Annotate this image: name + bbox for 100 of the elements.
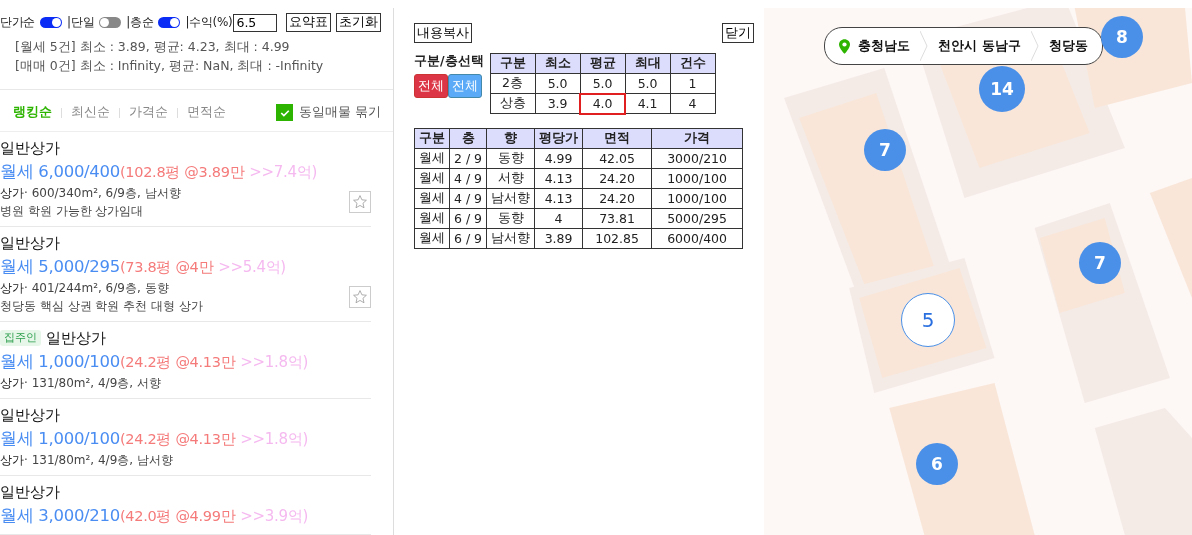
listing-price: 월세 3,000/210 bbox=[0, 506, 120, 525]
breadcrumb-item[interactable]: 청당동 bbox=[1048, 37, 1088, 55]
listing-type: 상가 bbox=[0, 453, 24, 467]
table-cell: 6 / 9 bbox=[449, 228, 487, 249]
owner-badge: 집주인 bbox=[0, 330, 41, 346]
yield-label: |수익(%) bbox=[185, 14, 233, 31]
breadcrumb-item[interactable]: 천안시 동남구 bbox=[938, 37, 1021, 55]
listing-price: 월세 5,000/295 bbox=[0, 257, 120, 276]
toggle-label: |층순 bbox=[126, 14, 154, 31]
toggle-label: |단일 bbox=[67, 14, 95, 31]
price-detail: (24.2평 @4.13만 bbox=[119, 431, 236, 447]
price-estimate: >>3.9억) bbox=[240, 507, 309, 525]
table-cell: 4 / 9 bbox=[449, 168, 487, 189]
column-header: 최소 bbox=[535, 53, 581, 74]
listing-type: 상가 bbox=[0, 376, 24, 390]
table-cell: 남서향 bbox=[486, 228, 535, 249]
listing-type: 상가 bbox=[0, 186, 24, 200]
table-cell: 남서향 bbox=[486, 188, 535, 209]
star-icon bbox=[352, 194, 368, 210]
price-estimate: >>1.8억) bbox=[240, 353, 309, 371]
table-cell: 5.0 bbox=[535, 73, 581, 94]
table-cell: 4 bbox=[534, 208, 583, 229]
table-cell: 42.05 bbox=[582, 148, 652, 169]
chevron-icon bbox=[920, 31, 928, 61]
toggle-switch[interactable] bbox=[40, 17, 63, 28]
table-cell: 1000/100 bbox=[651, 188, 743, 209]
table-cell: 6 / 9 bbox=[449, 208, 487, 229]
table-cell: 5.0 bbox=[625, 73, 671, 94]
table-cell: 월세 bbox=[414, 188, 450, 209]
table-cell: 동향 bbox=[486, 208, 535, 229]
table-cell: 73.81 bbox=[582, 208, 652, 229]
listing-title[interactable]: 일반상가 bbox=[0, 138, 60, 158]
table-cell: 동향 bbox=[486, 148, 535, 169]
price-estimate: >>7.4억) bbox=[249, 163, 317, 181]
checkbox[interactable] bbox=[276, 104, 293, 121]
table-cell: 1 bbox=[670, 73, 716, 94]
column-header: 평당가 bbox=[534, 128, 583, 149]
column-header: 최대 bbox=[625, 53, 671, 74]
column-header: 구분 bbox=[414, 128, 450, 149]
listing-title[interactable]: 일반상가 bbox=[0, 405, 60, 425]
toolbar-button[interactable]: 초기화 bbox=[336, 13, 382, 32]
sort-tab[interactable]: 최신순 bbox=[71, 104, 110, 121]
toggle-switch[interactable] bbox=[99, 17, 122, 28]
listing-title[interactable]: 일반상가 bbox=[0, 482, 60, 502]
listing-title[interactable]: 일반상가 bbox=[46, 328, 106, 348]
table-cell: 서향 bbox=[486, 168, 535, 189]
table-cell: 4.0 bbox=[580, 93, 626, 114]
column-header: 면적 bbox=[582, 128, 652, 149]
checkbox-label: 동일매물 묶기 bbox=[299, 104, 381, 121]
table-cell: 2 / 9 bbox=[449, 148, 487, 169]
sort-tab[interactable]: 가격순 bbox=[129, 104, 168, 121]
stats-line: [매매 0건] 최소 : Infinity, 평균: NaN, 최대 : -Infinity bbox=[15, 57, 325, 75]
toggle-switch[interactable] bbox=[158, 17, 181, 28]
price-estimate: >>1.8억) bbox=[240, 430, 309, 448]
toolbar-button[interactable]: 요약표 bbox=[286, 13, 332, 32]
table-cell: 4.13 bbox=[534, 168, 583, 189]
listing-title[interactable]: 일반상가 bbox=[0, 233, 60, 253]
table-cell: 4.99 bbox=[534, 148, 583, 169]
table-cell: 24.20 bbox=[582, 188, 652, 209]
table-cell: 월세 bbox=[414, 168, 450, 189]
table-cell: 4 bbox=[670, 93, 716, 114]
table-cell: 2층 bbox=[490, 73, 536, 94]
table-cell: 3.89 bbox=[534, 228, 583, 249]
table-cell: 4.13 bbox=[534, 188, 583, 209]
price-detail: (73.8평 @4만 bbox=[119, 259, 214, 275]
chevron-icon bbox=[1030, 31, 1039, 61]
price-estimate: >>5.4억) bbox=[218, 258, 286, 276]
price-detail: (24.2평 @4.13만 bbox=[119, 354, 236, 370]
listing-type: 상가 bbox=[0, 281, 24, 295]
copy-button[interactable]: 내용복사 bbox=[414, 23, 472, 43]
listing-info: · 131/80m², 4/9층, 서향 bbox=[24, 376, 161, 390]
table-cell: 4 / 9 bbox=[449, 188, 487, 209]
column-header: 건수 bbox=[670, 53, 716, 74]
toggle-label: 단가순 bbox=[0, 14, 36, 31]
favorite-button[interactable] bbox=[349, 286, 371, 308]
stats-line: [월세 5건] 최소 : 3.89, 평균: 4.23, 최대 : 4.99 bbox=[15, 38, 291, 56]
yield-input[interactable]: 6.5 bbox=[233, 13, 278, 32]
listing-info: · 600/340m², 6/9층, 남서향 bbox=[24, 186, 181, 200]
table-cell: 월세 bbox=[414, 148, 450, 169]
breadcrumb-item[interactable]: 충청남도 bbox=[858, 37, 910, 55]
listing-info: · 401/244m², 6/9층, 동향 bbox=[24, 281, 169, 295]
table-cell: 24.20 bbox=[582, 168, 652, 189]
column-header: 향 bbox=[486, 128, 535, 149]
listing-info: · 131/80m², 4/9층, 남서향 bbox=[24, 453, 173, 467]
favorite-button[interactable] bbox=[349, 191, 371, 213]
column-header: 구분 bbox=[490, 53, 536, 74]
floor-filter-button[interactable]: 전체 bbox=[414, 74, 448, 98]
location-pin-icon bbox=[839, 38, 850, 54]
listing-price: 월세 6,000/400 bbox=[0, 162, 120, 181]
price-detail: (42.0평 @4.99만 bbox=[119, 508, 236, 524]
price-detail: (102.8평 @3.89만 bbox=[119, 164, 245, 180]
close-button[interactable]: 닫기 bbox=[722, 23, 754, 43]
table-cell: 5000/295 bbox=[651, 208, 743, 229]
listing-price: 월세 1,000/100 bbox=[0, 352, 120, 371]
table-cell: 3000/210 bbox=[651, 148, 743, 169]
listing-price: 월세 1,000/100 bbox=[0, 429, 120, 448]
table-cell: 1000/100 bbox=[651, 168, 743, 189]
listing-description: 청당동 핵심 상권 학원 추천 대형 상가 bbox=[0, 298, 204, 315]
table-cell: 월세 bbox=[414, 228, 450, 249]
sort-tab[interactable]: 면적순 bbox=[187, 104, 226, 121]
